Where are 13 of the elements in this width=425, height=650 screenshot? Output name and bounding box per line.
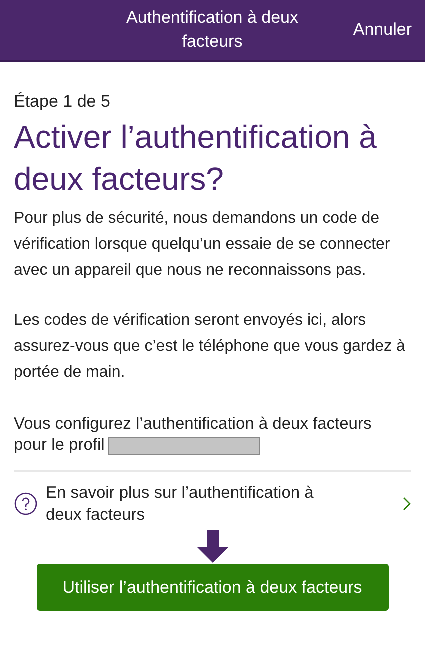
help-icon [14, 492, 38, 516]
description-text: Pour plus de sécurité, nous demandons un code de vérification lorsque quelqu’un essaie de se connecter avec un appareil que nous ne reconnaissons pas. [14, 209, 392, 281]
profile-note: Vous configurez l’authentification à deux facteurs [14, 414, 373, 435]
chevron-right-icon [403, 497, 411, 511]
learn-more-link[interactable]: En savoir plus sur l’authentification à deux facteurs [14, 482, 411, 526]
step-indicator: Étape 1 de 5 [14, 92, 112, 112]
page-heading: Activer l’authentification à deux facteurs? [14, 118, 378, 199]
description-text: Les codes de vérification seront envoyés ici, alors assurez-vous que c’est le téléphone que vous gardez à portée de main. [14, 311, 406, 383]
cancel-button[interactable]: Annuler [353, 20, 412, 40]
enable-two-factor-button[interactable]: Utiliser l’authentification à deux facteurs [36, 564, 388, 611]
down-arrow-icon [196, 530, 230, 564]
navigation-title: Authentification à deux facteurs [125, 7, 300, 53]
profile-label: pour le profil [14, 435, 105, 456]
